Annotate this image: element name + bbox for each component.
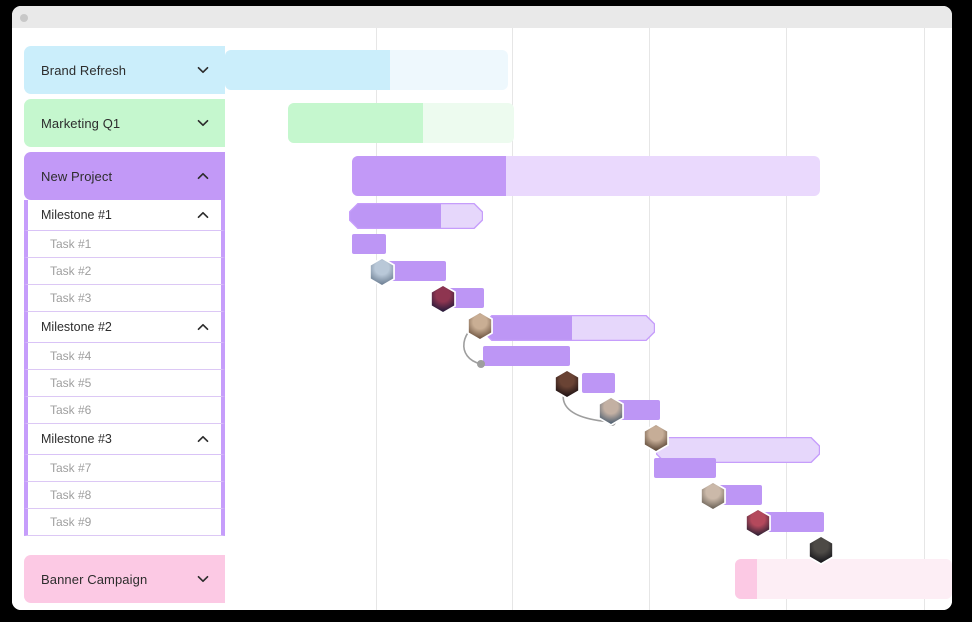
sidebar-item-label: New Project (41, 168, 113, 184)
chevron-down-icon (197, 66, 209, 74)
sidebar-item-milestone-3[interactable]: Milestone #3 (24, 424, 225, 455)
sidebar-item-label: Milestone #2 (41, 320, 112, 334)
sidebar-item-label: Task #1 (50, 237, 92, 251)
sidebar-item-label: Brand Refresh (41, 62, 127, 78)
sidebar-item-milestone-2[interactable]: Milestone #2 (24, 312, 225, 343)
sidebar-item-task-2[interactable]: Task #2 (24, 258, 225, 285)
sidebar-item-marketing-q1[interactable]: Marketing Q1 (24, 99, 225, 147)
progress-fill (352, 156, 506, 196)
sidebar-item-task-9[interactable]: Task #9 (24, 509, 225, 536)
bar-new-project[interactable] (352, 156, 820, 196)
bar-task-7[interactable] (654, 458, 716, 478)
milestone-progress-fill (483, 315, 572, 341)
bar-task-4[interactable] (483, 346, 570, 366)
sidebar-item-milestone-1[interactable]: Milestone #1 (24, 200, 225, 231)
sidebar-item-label: Task #2 (50, 264, 92, 278)
sidebar-item-label: Marketing Q1 (41, 115, 121, 131)
task-4-assignee-avatar[interactable] (552, 369, 582, 399)
chevron-up-icon (197, 211, 209, 219)
sidebar-item-brand-refresh[interactable]: Brand Refresh (24, 46, 225, 94)
task-5-assignee-avatar[interactable] (596, 396, 626, 426)
task-3-assignee-avatar[interactable] (465, 311, 495, 341)
bar-task-1[interactable] (352, 234, 386, 254)
sidebar-item-label: Task #6 (50, 403, 92, 417)
chevron-up-icon (197, 172, 209, 180)
task-8-assignee-avatar[interactable] (743, 508, 773, 538)
sidebar-item-task-7[interactable]: Task #7 (24, 455, 225, 482)
bar-marketing-q1[interactable] (288, 103, 514, 143)
chevron-down-icon (197, 119, 209, 127)
sidebar-item-label: Task #8 (50, 488, 92, 502)
sidebar-item-label: Task #7 (50, 461, 92, 475)
task-9-assignee-avatar[interactable] (806, 535, 836, 565)
progress-fill (225, 50, 390, 90)
chevron-up-icon (197, 435, 209, 443)
chevron-up-icon (197, 323, 209, 331)
sidebar-item-label: Milestone #3 (41, 432, 112, 446)
app-root: Brand Refresh Marketing Q1 New Project Mile… (0, 0, 972, 622)
chevron-down-icon (197, 575, 209, 583)
row-sidebar: Brand Refresh Marketing Q1 New Project Mile… (12, 28, 225, 610)
milestone-progress-fill (349, 203, 441, 229)
bar-milestone-2[interactable] (483, 315, 655, 341)
sidebar-item-label: Task #3 (50, 291, 92, 305)
sidebar-item-task-5[interactable]: Task #5 (24, 370, 225, 397)
sidebar-item-label: Task #4 (50, 349, 92, 363)
sidebar-item-task-6[interactable]: Task #6 (24, 397, 225, 424)
task-6-assignee-avatar[interactable] (641, 423, 671, 453)
sidebar-item-task-4[interactable]: Task #4 (24, 343, 225, 370)
sidebar-item-task-8[interactable]: Task #8 (24, 482, 225, 509)
progress-fill (735, 559, 757, 599)
progress-fill (288, 103, 423, 143)
sidebar-item-banner-campaign[interactable]: Banner Campaign (24, 555, 225, 603)
task-2-assignee-avatar[interactable] (428, 284, 458, 314)
window-close-dot[interactable] (20, 14, 28, 22)
bar-banner-campaign[interactable] (735, 559, 952, 599)
sidebar-item-label: Milestone #1 (41, 208, 112, 222)
sidebar-item-label: Banner Campaign (41, 571, 148, 587)
window-titlebar (12, 6, 952, 28)
bar-task-5[interactable] (582, 373, 615, 393)
sidebar-item-label: Task #9 (50, 515, 92, 529)
task-7-assignee-avatar[interactable] (698, 481, 728, 511)
bar-milestone-1[interactable] (349, 203, 483, 229)
bar-brand-refresh[interactable] (225, 50, 508, 90)
task-1-assignee-avatar[interactable] (367, 257, 397, 287)
sidebar-item-task-3[interactable]: Task #3 (24, 285, 225, 312)
sidebar-item-task-1[interactable]: Task #1 (24, 231, 225, 258)
gantt-canvas: Brand Refresh Marketing Q1 New Project Mile… (12, 28, 952, 610)
sidebar-item-label: Task #5 (50, 376, 92, 390)
sidebar-item-new-project[interactable]: New Project (24, 152, 225, 200)
application-window: Brand Refresh Marketing Q1 New Project Mile… (12, 6, 952, 610)
